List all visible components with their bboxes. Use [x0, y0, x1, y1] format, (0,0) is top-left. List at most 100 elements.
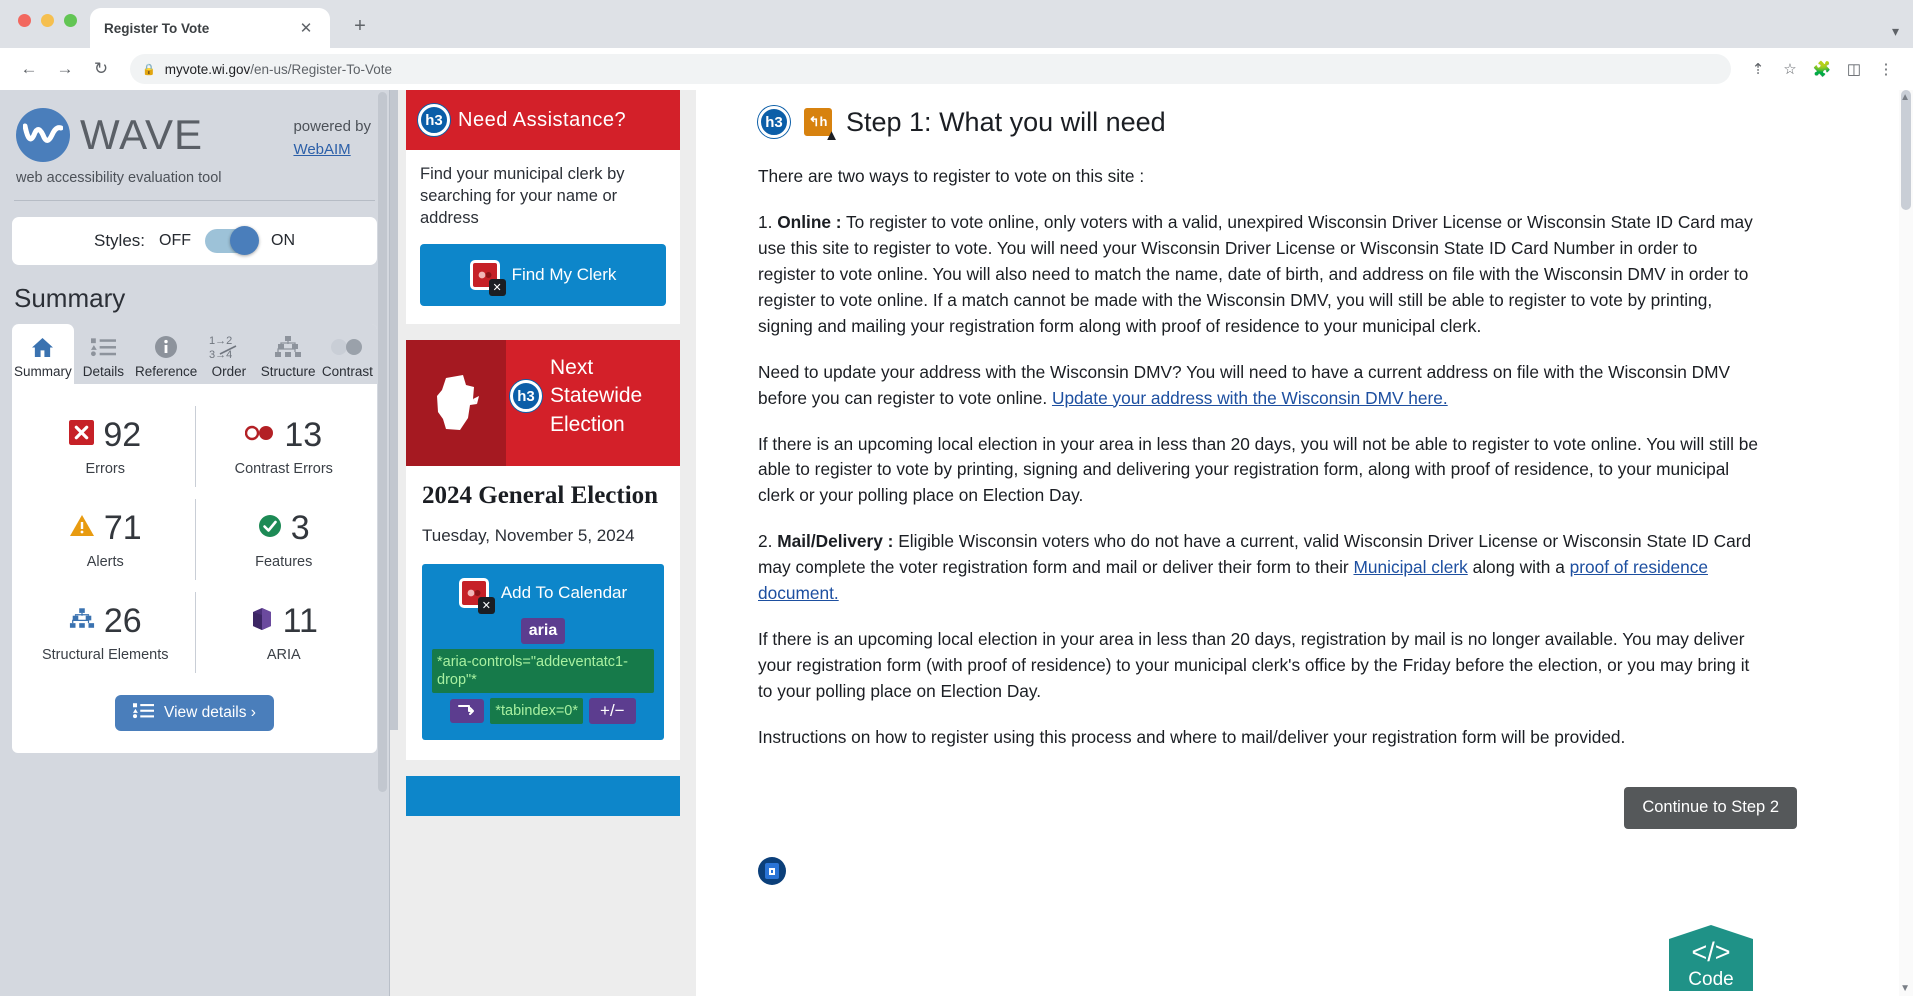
tab-strip: Register To Vote ✕ + ▾: [0, 0, 1913, 48]
stat-errors-label: Errors: [85, 461, 125, 477]
need-assistance-text: Find your municipal clerk by searching f…: [420, 165, 625, 227]
stat-alerts-label: Alerts: [86, 554, 124, 570]
browser-tab[interactable]: Register To Vote ✕: [90, 8, 330, 48]
order-icon-line2: 3→4: [209, 349, 232, 361]
minimize-window-button[interactable]: [41, 14, 54, 27]
stat-aria[interactable]: 11 ARIA: [194, 586, 374, 679]
contrast-dots-icon: [245, 425, 275, 446]
close-icon[interactable]: ✕: [296, 18, 316, 38]
midcol-scrollbar[interactable]: [390, 90, 398, 730]
view-details-button[interactable]: View details ›: [115, 695, 274, 731]
maximize-window-button[interactable]: [64, 14, 77, 27]
add-to-calendar-button[interactable]: ✕ Add To Calendar aria *aria-controls="a…: [422, 563, 664, 741]
stat-errors[interactable]: 92 Errors: [16, 400, 195, 493]
tab-contrast[interactable]: Contrast: [317, 324, 377, 384]
tab-structure[interactable]: Structure: [258, 324, 318, 384]
mail-delivery-paragraph: 2. Mail/Delivery : Eligible Wisconsin vo…: [758, 529, 1758, 607]
wave-tab-bar: Summary Details Reference 1→2 3→4 Order …: [12, 324, 377, 384]
add-to-calendar-row: ✕ Add To Calendar: [458, 577, 628, 614]
address-bar[interactable]: 🔒 myvote.wi.gov/en-us/Register-To-Vote: [130, 54, 1731, 84]
window-traffic-lights[interactable]: [18, 14, 77, 27]
chevron-down-icon[interactable]: ▼: [1900, 983, 1910, 994]
tab-order[interactable]: 1→2 3→4 Order: [199, 324, 259, 384]
powered-by: powered by WebAIM: [293, 116, 371, 161]
reload-icon[interactable]: ↻: [86, 54, 116, 84]
municipal-clerk-link[interactable]: Municipal clerk: [1353, 557, 1467, 577]
share-icon[interactable]: ⇡: [1745, 56, 1771, 82]
wave-sidebar: WAVE web accessibility evaluation tool p…: [0, 90, 390, 996]
new-tab-button[interactable]: +: [346, 12, 374, 40]
list-icon: [133, 702, 155, 724]
summary-heading: Summary: [14, 283, 126, 313]
arrow-right-icon[interactable]: →: [50, 54, 80, 84]
styles-toggle-switch[interactable]: [205, 226, 260, 255]
browser-window: Register To Vote ✕ + ▾ ← → ↻ 🔒 myvote.wi…: [0, 0, 1913, 996]
tab-reference[interactable]: Reference: [133, 324, 200, 384]
stat-features[interactable]: 3 Features: [194, 493, 374, 586]
wisconsin-outline-icon: [406, 339, 506, 466]
url-domain: myvote.wi.gov: [164, 61, 251, 77]
h3-heading-badge-icon[interactable]: h3: [510, 380, 542, 413]
close-icon[interactable]: ✕: [488, 278, 506, 296]
summary-panel: Summary Details Reference 1→2 3→4 Order …: [12, 324, 377, 753]
kebab-menu-icon[interactable]: ⋮: [1873, 56, 1899, 82]
instructions-paragraph: Instructions on how to register using th…: [758, 726, 1626, 747]
address-bar-url: myvote.wi.gov/en-us/Register-To-Vote: [165, 62, 392, 77]
need-assistance-card: h3 Need Assistance? Find your municipal …: [406, 90, 680, 324]
page-left-column: h3 Need Assistance? Find your municipal …: [390, 90, 696, 996]
stat-contrast-errors[interactable]: 13 Contrast Errors: [194, 400, 374, 493]
sidebar-divider: [14, 200, 375, 201]
close-icon[interactable]: ✕: [477, 596, 495, 614]
svg-text:Code: Code: [1688, 969, 1733, 990]
arrow-left-icon[interactable]: ←: [14, 54, 44, 84]
wave-header: WAVE web accessibility evaluation tool p…: [0, 90, 389, 186]
partial-blue-button[interactable]: [406, 776, 680, 817]
styles-label: Styles:: [93, 231, 146, 250]
main-scrollbar-track[interactable]: [1899, 90, 1913, 996]
error-x-icon: [69, 420, 95, 450]
styles-off-label: OFF: [159, 232, 192, 249]
h3-heading-badge-icon[interactable]: h3: [418, 104, 450, 136]
tab-summary[interactable]: Summary: [12, 324, 74, 384]
stat-structural-elements[interactable]: 26 Structural Elements: [16, 586, 195, 679]
puzzle-icon[interactable]: 🧩: [1809, 56, 1835, 82]
code-icon: </>: [1691, 937, 1730, 967]
sidebar-scrollbar[interactable]: [378, 92, 387, 792]
code-badge[interactable]: </> Code: [1661, 925, 1761, 996]
stat-features-value: 3: [290, 509, 310, 547]
plus-minus-badge-icon[interactable]: +/−: [589, 698, 636, 725]
webaim-link[interactable]: WebAIM: [293, 141, 350, 158]
dmv-update-link[interactable]: Update your address with the Wisconsin D…: [1052, 388, 1448, 408]
side-panel-icon[interactable]: ◫: [1841, 56, 1867, 82]
h3-heading-badge-icon[interactable]: h3: [758, 106, 790, 138]
stat-alerts[interactable]: 71 Alerts: [16, 493, 195, 586]
continue-to-step-2-button[interactable]: Continue to Step 2: [1624, 786, 1797, 829]
language-icon[interactable]: [758, 856, 786, 885]
close-window-button[interactable]: [18, 14, 31, 27]
structure-icon: [261, 332, 316, 362]
chevron-down-icon[interactable]: ▾: [1892, 23, 1899, 40]
contrast-icon: [320, 332, 375, 362]
aria-badge-icon[interactable]: aria: [520, 617, 566, 644]
star-icon[interactable]: ☆: [1777, 56, 1803, 82]
find-my-clerk-button[interactable]: ✕ Find My Clerk: [420, 243, 666, 306]
aria-annotations: aria *aria-controls="addeventatc1-drop"*…: [432, 617, 654, 725]
tab-order-icon[interactable]: [450, 699, 485, 724]
step-header: h3 ↰h ▲ Step 1: What you will need: [758, 106, 1853, 144]
video-error-icon[interactable]: ✕: [469, 259, 506, 296]
chevron-up-icon[interactable]: ▲: [1900, 92, 1910, 103]
online-paragraph: 1. Online : To register to vote online, …: [758, 210, 1758, 340]
main-scrollbar-thumb[interactable]: [1901, 90, 1911, 210]
dmv-paragraph: Need to update your address with the Wis…: [758, 360, 1758, 412]
stat-value-group: 3: [199, 511, 370, 545]
tab-details[interactable]: Details: [73, 324, 133, 384]
stat-value-group: 92: [20, 418, 191, 452]
tab-order-label: Order: [211, 364, 247, 379]
stat-structural-elements-value: 26: [103, 602, 142, 640]
stat-contrast-errors-value: 13: [284, 416, 323, 454]
powered-by-label: powered by: [293, 118, 371, 135]
add-to-calendar-label: Add To Calendar: [500, 582, 628, 602]
video-error-icon[interactable]: ✕: [458, 577, 495, 614]
heading-alert-badge-icon[interactable]: ↰h ▲: [802, 106, 839, 144]
aria-cube-icon: [250, 606, 274, 637]
